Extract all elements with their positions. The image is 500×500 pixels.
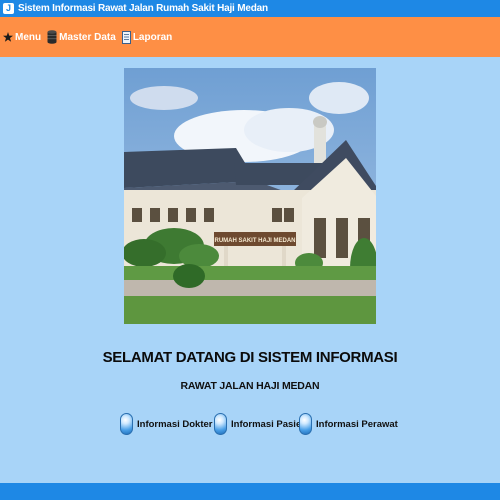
informasi-perawat-link[interactable]: Informasi Perawat — [299, 413, 398, 435]
welcome-subtitle: RAWAT JALAN HAJI MEDAN — [180, 380, 320, 392]
app-icon: J — [3, 3, 14, 14]
menu-item-label: Laporan — [132, 31, 173, 43]
informasi-dokter-link[interactable]: Informasi Dokter — [120, 413, 213, 435]
main-content: RUMAH SAKIT HAJI MEDAN SELAMAT DATANG DI… — [0, 57, 500, 483]
menu-item-laporan[interactable]: Laporan — [121, 30, 173, 44]
star-icon — [3, 32, 13, 42]
informasi-perawat-label: Informasi Perawat — [316, 418, 398, 430]
menu-item-menu[interactable]: Menu — [3, 32, 41, 43]
informasi-pasien-link[interactable]: Informasi Pasien — [214, 413, 307, 435]
hospital-building-photo: RUMAH SAKIT HAJI MEDAN — [124, 68, 376, 324]
informasi-pasien-label: Informasi Pasien — [231, 418, 308, 430]
hospital-sign-text: RUMAH SAKIT HAJI MEDAN — [215, 238, 296, 244]
menu-item-label: Master Data — [59, 31, 116, 43]
orb-icon — [299, 413, 312, 435]
bottom-bar — [0, 483, 500, 500]
menu-bar: Menu Master Data Laporan — [0, 17, 500, 57]
title-bar: J Sistem Informasi Rawat Jalan Rumah Sak… — [0, 0, 500, 17]
orb-icon — [214, 413, 227, 435]
database-icon — [47, 30, 57, 44]
orb-icon — [120, 413, 133, 435]
menu-item-master-data[interactable]: Master Data — [47, 30, 116, 44]
menu-item-label: Menu — [15, 31, 42, 43]
document-icon — [121, 30, 131, 44]
informasi-dokter-label: Informasi Dokter — [137, 418, 213, 430]
welcome-title: SELAMAT DATANG DI SISTEM INFORMASI — [102, 349, 398, 366]
window-title: Sistem Informasi Rawat Jalan Rumah Sakit… — [18, 3, 268, 14]
